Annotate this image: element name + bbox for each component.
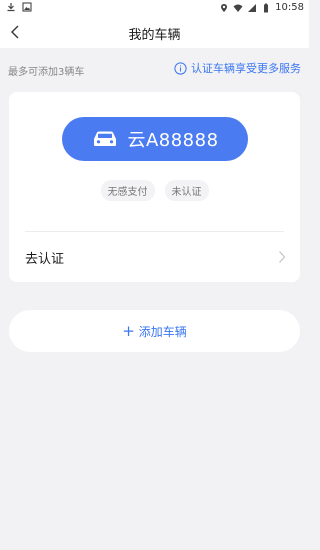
vehicle-limit-text: 最多可添加3辆车 [8, 67, 85, 78]
nav-bar: 我的车辆 [0, 16, 309, 48]
download-icon [7, 3, 15, 12]
tag-seamless-pay: 无感支付 [100, 180, 155, 201]
status-time: 10:58 [275, 2, 304, 13]
wifi-icon [233, 4, 243, 12]
chevron-right-icon [279, 251, 286, 263]
vehicle-tags: 无感支付 未认证 [9, 180, 300, 201]
info-icon [174, 61, 187, 75]
add-vehicle-button[interactable]: + 添加车辆 [9, 310, 300, 352]
page-title: 我的车辆 [128, 28, 181, 43]
verify-row[interactable]: 去认证 [9, 232, 300, 282]
hint-row: 最多可添加3辆车 认证车辆享受更多服务 [0, 48, 309, 88]
location-icon [221, 3, 228, 12]
vehicle-card: 云A88888 无感支付 未认证 去认证 [9, 92, 300, 282]
plate-number: 云A88888 [127, 130, 219, 151]
signal-icon [248, 3, 257, 12]
battery-icon [264, 3, 269, 12]
tag-unverified: 未认证 [164, 180, 209, 201]
verify-promo-text: 认证车辆享受更多服务 [191, 62, 301, 75]
image-icon [22, 2, 32, 12]
car-icon [94, 131, 117, 146]
plate-badge[interactable]: 云A88888 [62, 117, 248, 161]
status-bar: 10:58 [0, 0, 309, 16]
verify-promo-link[interactable]: 认证车辆享受更多服务 [174, 60, 301, 76]
verify-label: 去认证 [25, 252, 65, 267]
plus-icon: + [122, 321, 135, 340]
add-vehicle-label: 添加车辆 [138, 324, 187, 339]
